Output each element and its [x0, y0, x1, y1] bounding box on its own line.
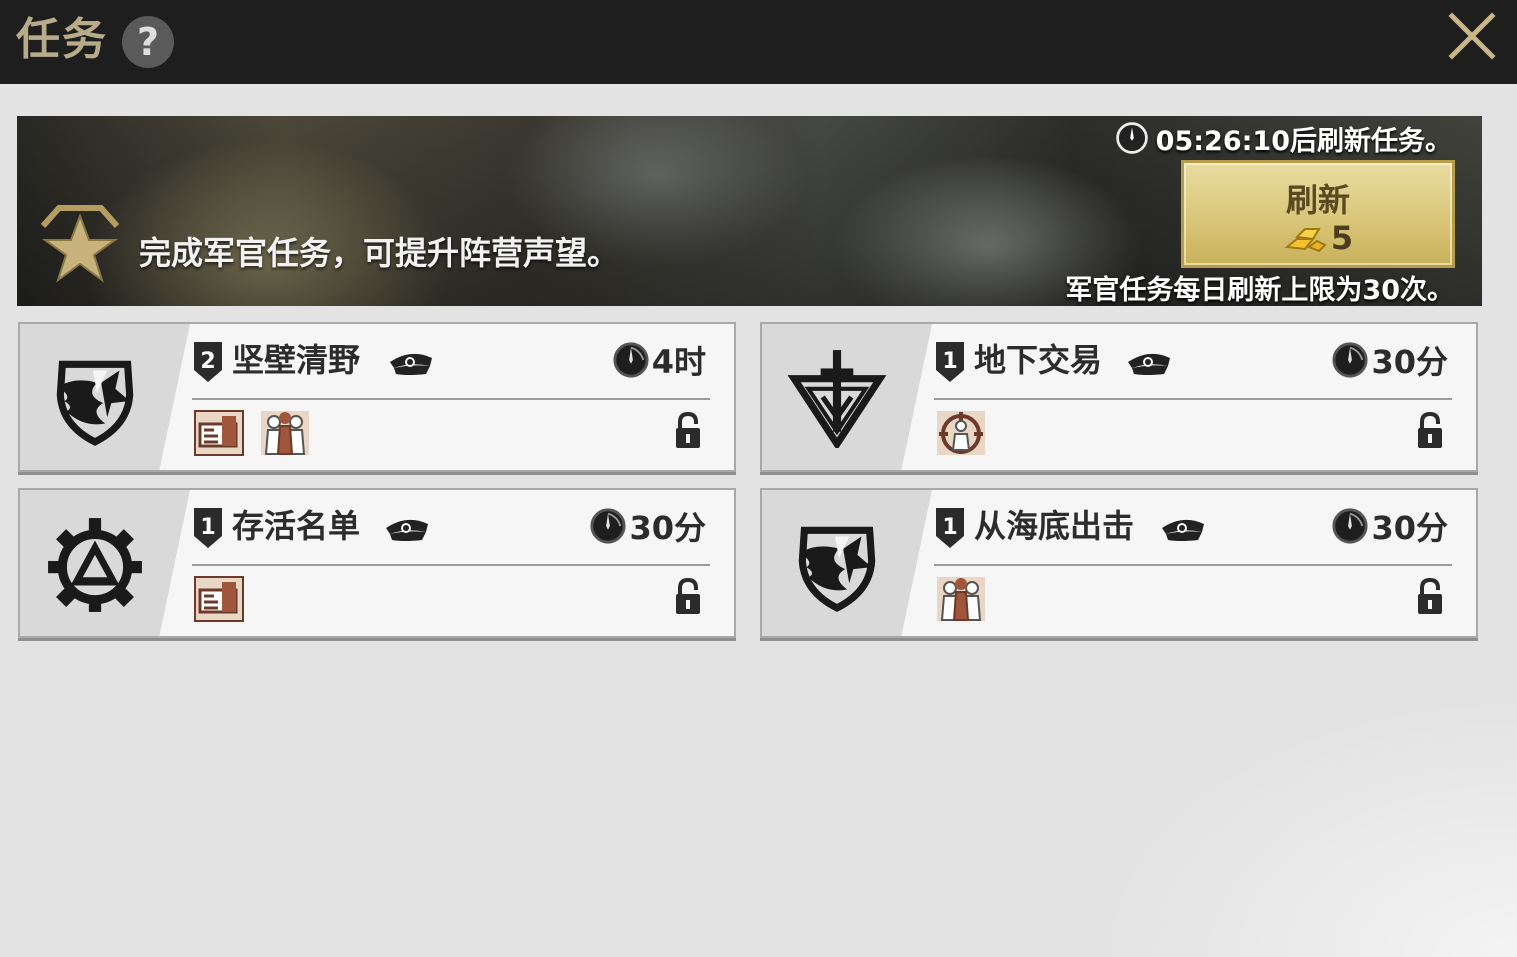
faction-emblem	[20, 324, 190, 470]
card-divider	[192, 564, 710, 566]
gold-bar-icon	[1284, 228, 1327, 253]
officers-icon	[936, 576, 986, 622]
refresh-cost: 5	[1184, 219, 1452, 257]
star-rank-icon	[40, 205, 120, 283]
mission-card[interactable]: 1 从海底出击 30分	[760, 488, 1478, 638]
top-bar: 任务 ?	[0, 0, 1517, 84]
mission-name: 地下交易	[974, 341, 1103, 379]
gear-emblem-icon	[44, 512, 146, 614]
mission-duration: 4时	[612, 338, 706, 382]
refresh-cost-value: 5	[1330, 219, 1354, 257]
background-glow	[1097, 697, 1517, 957]
level-badge-icon: 1	[192, 506, 224, 550]
mission-banner: 完成军官任务，可提升阵营声望。 05:26:10后刷新任务。 刷新 5 军官任务…	[17, 116, 1482, 306]
duration-text: 30分	[1371, 509, 1448, 547]
spy-icon	[936, 410, 986, 456]
level-badge-icon: 2	[192, 340, 224, 384]
sword-triangle-emblem-icon	[786, 346, 888, 448]
timer-icon	[1331, 507, 1369, 545]
mission-card[interactable]: 1 存活名单 30分	[18, 488, 736, 638]
mission-name: 坚壁清野	[232, 341, 361, 379]
lock-icon	[674, 412, 702, 450]
faction-emblem	[762, 490, 932, 636]
duration-text: 30分	[1371, 343, 1448, 381]
level-badge-icon: 1	[934, 340, 966, 384]
duration-text: 4时	[651, 343, 706, 381]
timer-icon	[589, 507, 627, 545]
mission-duration: 30分	[1331, 504, 1448, 548]
refresh-timer: 05:26:10后刷新任务。	[1114, 120, 1452, 157]
refresh-button-label: 刷新	[1285, 181, 1350, 219]
eagle-emblem-icon	[44, 346, 146, 448]
refresh-button[interactable]: 刷新 5	[1181, 160, 1455, 268]
officer-cap-icon	[382, 514, 432, 544]
level-number: 2	[200, 349, 215, 374]
level-number: 1	[200, 515, 215, 540]
lock-icon	[1416, 578, 1444, 616]
faction-emblem	[20, 490, 190, 636]
card-divider	[934, 398, 1452, 400]
lock-icon	[674, 578, 702, 616]
factory-icon	[194, 410, 244, 456]
daily-limit-text: 军官任务每日刷新上限为30次。	[1065, 275, 1454, 306]
mission-card[interactable]: 2 坚壁清野 4时	[18, 322, 736, 472]
card-divider	[934, 564, 1452, 566]
refresh-timer-text: 05:26:10后刷新任务。	[1155, 125, 1452, 157]
close-icon[interactable]	[1444, 8, 1500, 64]
mission-name: 从海底出击	[974, 507, 1135, 545]
banner-description: 完成军官任务，可提升阵营声望。	[139, 234, 620, 272]
mission-card[interactable]: 1 地下交易 30分	[760, 322, 1478, 472]
level-badge-icon: 1	[934, 506, 966, 550]
page-title: 任务	[16, 14, 108, 65]
mission-name: 存活名单	[232, 507, 361, 545]
help-button[interactable]: ?	[122, 16, 174, 68]
clock-icon	[1115, 122, 1148, 154]
timer-icon	[612, 341, 650, 379]
factory-icon	[194, 576, 244, 622]
officers-icon	[260, 410, 310, 456]
level-number: 1	[942, 515, 957, 540]
officer-cap-icon	[1158, 514, 1208, 544]
eagle-emblem-icon	[786, 512, 888, 614]
faction-emblem	[762, 324, 932, 470]
officer-cap-icon	[1124, 348, 1174, 378]
level-number: 1	[942, 349, 957, 374]
duration-text: 30分	[629, 509, 706, 547]
officer-cap-icon	[386, 348, 436, 378]
lock-icon	[1416, 412, 1444, 450]
timer-icon	[1331, 341, 1369, 379]
mission-duration: 30分	[589, 504, 706, 548]
mission-duration: 30分	[1331, 338, 1448, 382]
card-divider	[192, 398, 710, 400]
